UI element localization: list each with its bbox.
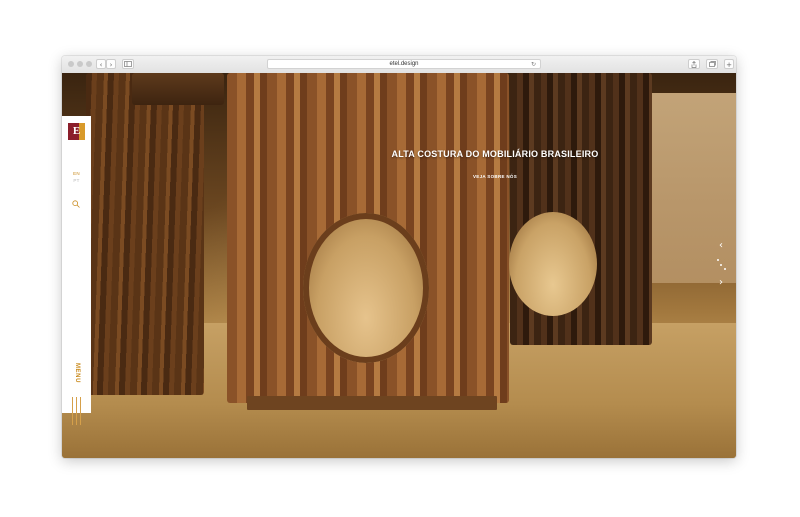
- tabs-button[interactable]: [706, 59, 718, 69]
- minimize-window-button[interactable]: [77, 61, 83, 67]
- slider-next-button[interactable]: ›: [716, 278, 726, 288]
- browser-toolbar: ‹ › etel.design ↻ +: [62, 56, 736, 74]
- language-pt[interactable]: PT: [62, 178, 91, 183]
- address-text: etel.design: [389, 61, 419, 67]
- bench-hole-right: [509, 212, 597, 316]
- slider-prev-button[interactable]: ‹: [716, 241, 726, 251]
- address-bar[interactable]: etel.design ↻: [267, 59, 541, 69]
- sidebar-toggle-button[interactable]: [122, 59, 134, 69]
- slider-dot[interactable]: [720, 264, 722, 266]
- brand-logo[interactable]: E: [68, 123, 85, 140]
- reload-icon[interactable]: ↻: [531, 60, 536, 69]
- zoom-window-button[interactable]: [86, 61, 92, 67]
- wooden-bench-top: [132, 73, 224, 105]
- new-tab-button[interactable]: +: [724, 59, 734, 69]
- menu-button[interactable]: MENU: [69, 359, 85, 389]
- search-icon[interactable]: [72, 200, 80, 208]
- menu-lines-icon[interactable]: [71, 397, 83, 425]
- menu-label: MENU: [74, 362, 80, 384]
- wooden-bench-left: [86, 73, 204, 395]
- close-window-button[interactable]: [68, 61, 74, 67]
- background-workshop: [652, 93, 736, 283]
- share-button[interactable]: [688, 59, 700, 69]
- language-en[interactable]: EN: [62, 171, 91, 176]
- sidebar: E EN PT MENU: [62, 116, 91, 425]
- forward-button[interactable]: ›: [106, 59, 116, 69]
- tabs-icon: [708, 61, 716, 67]
- browser-window: ‹ › etel.design ↻ + ALTA COSTURA DO MOBI…: [62, 56, 736, 458]
- back-button[interactable]: ‹: [96, 59, 106, 69]
- logo-letter: E: [72, 125, 81, 137]
- about-link[interactable]: VEJA SOBRE NÓS: [445, 174, 545, 179]
- share-icon: [691, 61, 697, 68]
- hero-slide: ALTA COSTURA DO MOBILIÁRIO BRASILEIRO VE…: [62, 73, 736, 458]
- slider-dot[interactable]: [717, 259, 719, 261]
- sidebar-icon: [124, 61, 132, 67]
- bench-base: [247, 396, 497, 410]
- hero-title: ALTA COSTURA DO MOBILIÁRIO BRASILEIRO: [391, 149, 599, 159]
- bench-hole-center: [303, 213, 429, 363]
- slider-dots: [716, 258, 728, 272]
- slider-dot[interactable]: [724, 268, 726, 270]
